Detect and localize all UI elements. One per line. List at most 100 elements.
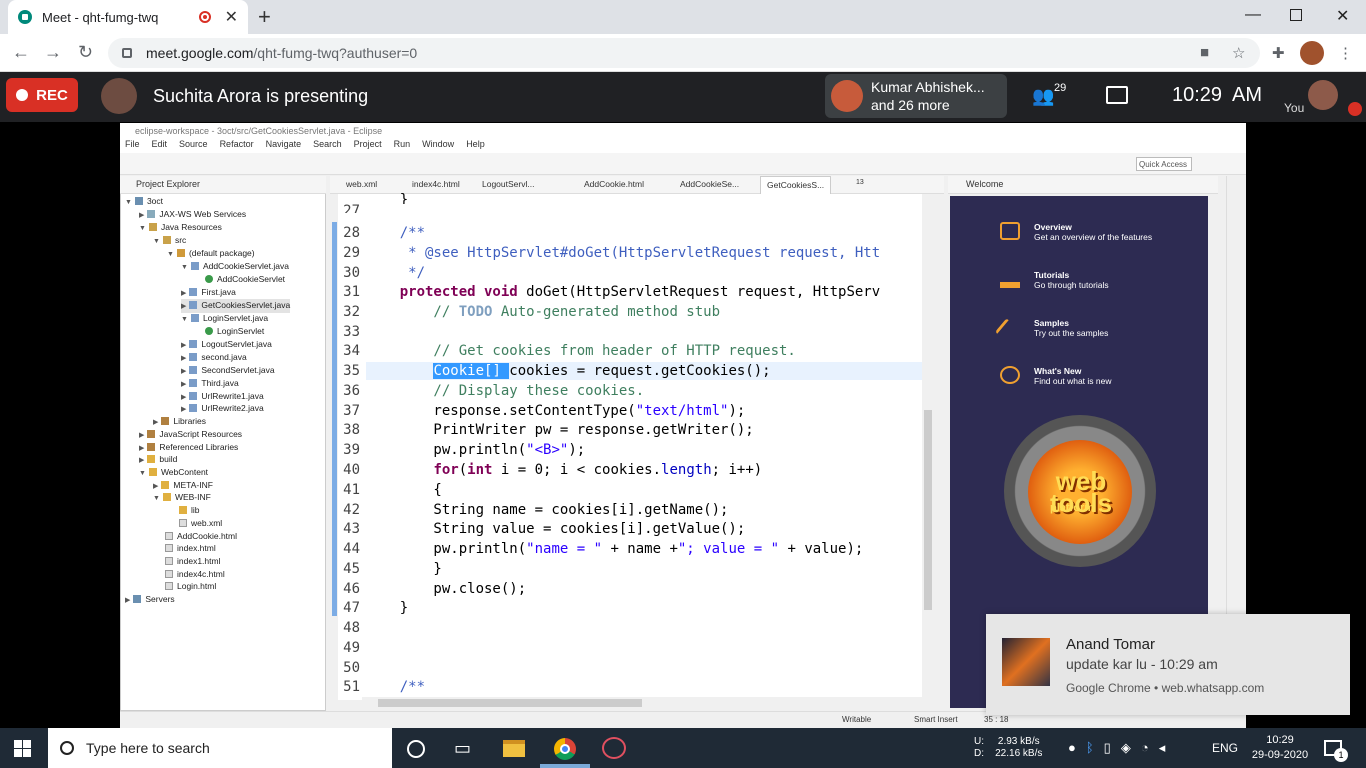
tree-item[interactable]: ▼ src xyxy=(153,234,186,248)
maximize-icon[interactable] xyxy=(1290,9,1302,21)
tree-item[interactable]: ▶ Third.java xyxy=(181,377,239,391)
menu-file[interactable]: File xyxy=(125,139,140,153)
code-line: } xyxy=(366,561,442,577)
tree-item[interactable]: ▶ JAX-WS Web Services xyxy=(139,208,246,222)
line-number: 51 xyxy=(343,679,360,695)
tree-item[interactable]: index1.html xyxy=(165,555,220,567)
taskbar-clock[interactable]: 10:29 29-09-2020 xyxy=(1249,733,1311,763)
file-explorer-icon[interactable] xyxy=(503,740,525,757)
profile-avatar[interactable] xyxy=(1300,41,1324,65)
input-language[interactable]: ENG xyxy=(1212,741,1238,755)
menu-source[interactable]: Source xyxy=(179,139,208,153)
search-placeholder: Type here to search xyxy=(86,740,210,756)
eclipse-title: eclipse-workspace - 3oct/src/GetCookiesS… xyxy=(120,123,1246,139)
tree-item[interactable]: ▼ Java Resources xyxy=(139,221,222,235)
menu-navigate[interactable]: Navigate xyxy=(266,139,302,153)
you-label: You xyxy=(1284,101,1305,115)
windows-start-icon[interactable] xyxy=(14,740,31,757)
bookmark-star-icon[interactable]: ☆ xyxy=(1232,44,1245,62)
tree-item[interactable]: index.html xyxy=(165,542,216,554)
menu-project[interactable]: Project xyxy=(354,139,382,153)
tree-item[interactable]: ▼ WebContent xyxy=(139,466,208,480)
editor-tab[interactable]: LogoutServl... xyxy=(482,179,534,189)
participant-card[interactable]: Kumar Abhishek... and 26 more xyxy=(825,74,1007,118)
tree-item[interactable]: AddCookieServlet xyxy=(205,273,285,285)
tree-item[interactable]: ▼ 3oct xyxy=(125,195,163,209)
project-explorer-title[interactable]: Project Explorer xyxy=(120,176,326,194)
taskbar-search[interactable]: Type here to search xyxy=(48,728,392,768)
tree-item[interactable]: ▼ WEB-INF xyxy=(153,491,211,505)
minimize-icon[interactable]: — xyxy=(1245,6,1261,24)
tree-item[interactable]: ▶ JavaScript Resources xyxy=(139,428,242,442)
tree-item[interactable]: ▶ second.java xyxy=(181,351,247,365)
participant-avatar xyxy=(831,80,863,112)
task-view-icon[interactable]: ▭ xyxy=(454,738,471,759)
tree-item[interactable]: ▶ Libraries xyxy=(153,415,206,429)
people-icon[interactable]: 👥 xyxy=(1032,86,1054,107)
editor-tab[interactable]: AddCookieSe... xyxy=(680,179,739,189)
editor-tab[interactable]: AddCookie.html xyxy=(584,179,644,189)
tree-item[interactable]: ▶ UrlRewrite2.java xyxy=(181,402,264,416)
menu-edit[interactable]: Edit xyxy=(152,139,168,153)
microphone-icon[interactable]: ● xyxy=(1068,740,1076,756)
camera-icon[interactable]: ■ xyxy=(1200,44,1209,61)
back-icon[interactable]: ← xyxy=(12,42,30,63)
menu-help[interactable]: Help xyxy=(466,139,485,153)
menu-refactor[interactable]: Refactor xyxy=(220,139,254,153)
code-line: Cookie[] cookies = request.getCookies(); xyxy=(433,363,771,379)
people-count: 29 xyxy=(1054,82,1067,94)
security-icon[interactable]: ◈ xyxy=(1121,740,1131,756)
line-number: 37 xyxy=(343,403,360,419)
tree-item[interactable]: LoginServlet xyxy=(205,325,264,337)
browser-tab[interactable]: Meet - qht-fumg-twq ✕ xyxy=(8,0,248,34)
self-avatar[interactable] xyxy=(1308,80,1338,110)
rec-button[interactable]: REC xyxy=(6,78,78,112)
line-number: 44 xyxy=(343,541,360,557)
menu-window[interactable]: Window xyxy=(422,139,454,153)
tree-item[interactable]: ▼ AddCookieServlet.java xyxy=(181,260,289,274)
menu-run[interactable]: Run xyxy=(394,139,411,153)
code-line: response.setContentType("text/html"); xyxy=(366,403,746,419)
menu-icon[interactable]: ⋮ xyxy=(1338,44,1353,62)
line-number: 39 xyxy=(343,442,360,458)
snipping-tool-icon[interactable] xyxy=(602,737,626,759)
editor-tab[interactable]: index4c.html xyxy=(412,179,460,189)
chrome-icon[interactable] xyxy=(554,738,576,760)
bluetooth-icon[interactable]: ᛒ xyxy=(1086,740,1094,756)
welcome-view-tab[interactable]: Welcome xyxy=(948,176,1218,194)
reload-icon[interactable]: ↻ xyxy=(78,42,93,63)
tree-item[interactable]: ▼ (default package) xyxy=(167,247,255,261)
tree-item[interactable]: ▶ build xyxy=(139,453,177,467)
editor-horizontal-scroll-thumb[interactable] xyxy=(378,699,642,707)
code-line: PrintWriter pw = response.getWriter(); xyxy=(366,422,754,438)
close-window-icon[interactable]: ✕ xyxy=(1336,6,1349,26)
close-tab-icon[interactable]: ✕ xyxy=(225,7,238,27)
extensions-icon[interactable]: ✚ xyxy=(1272,44,1285,62)
url-path: /qht-fumg-twq?authuser=0 xyxy=(253,45,418,61)
tree-item[interactable]: ▶ First.java xyxy=(181,286,236,300)
new-tab-icon[interactable]: + xyxy=(258,6,271,28)
tree-item[interactable]: ▶ SecondServlet.java xyxy=(181,364,275,378)
tree-item[interactable]: lib xyxy=(179,504,200,516)
address-bar[interactable]: meet.google.com/qht-fumg-twq?authuser=0 xyxy=(108,38,1260,68)
menu-search[interactable]: Search xyxy=(313,139,342,153)
editor-tab-overflow[interactable]: 13 xyxy=(856,179,864,186)
editor-tab-active[interactable]: GetCookiesS... xyxy=(760,176,832,195)
tree-item-selected[interactable]: ▶ GetCookiesServlet.java xyxy=(181,299,291,313)
tree-item[interactable]: index4c.html xyxy=(165,568,225,580)
editor-vertical-scroll-thumb[interactable] xyxy=(924,410,932,610)
tree-item[interactable]: ▶ Servers xyxy=(125,593,175,607)
wifi-icon[interactable]: ◔ xyxy=(1141,740,1149,756)
editor-tab[interactable]: web.xml xyxy=(346,179,377,189)
cortana-icon[interactable] xyxy=(407,740,425,758)
tree-item[interactable]: Login.html xyxy=(165,580,216,592)
tree-item[interactable]: AddCookie.html xyxy=(165,530,237,542)
volume-icon[interactable]: ◂ xyxy=(1159,740,1166,756)
forward-icon[interactable]: → xyxy=(44,42,62,63)
tree-item[interactable]: web.xml xyxy=(179,517,222,529)
quick-access-field[interactable]: Quick Access xyxy=(1136,157,1192,171)
battery-icon[interactable]: ▯ xyxy=(1104,740,1111,756)
chat-icon[interactable] xyxy=(1106,86,1128,104)
tree-item[interactable]: ▶ LogoutServlet.java xyxy=(181,338,272,352)
tree-item[interactable]: ▼ LoginServlet.java xyxy=(181,312,268,326)
